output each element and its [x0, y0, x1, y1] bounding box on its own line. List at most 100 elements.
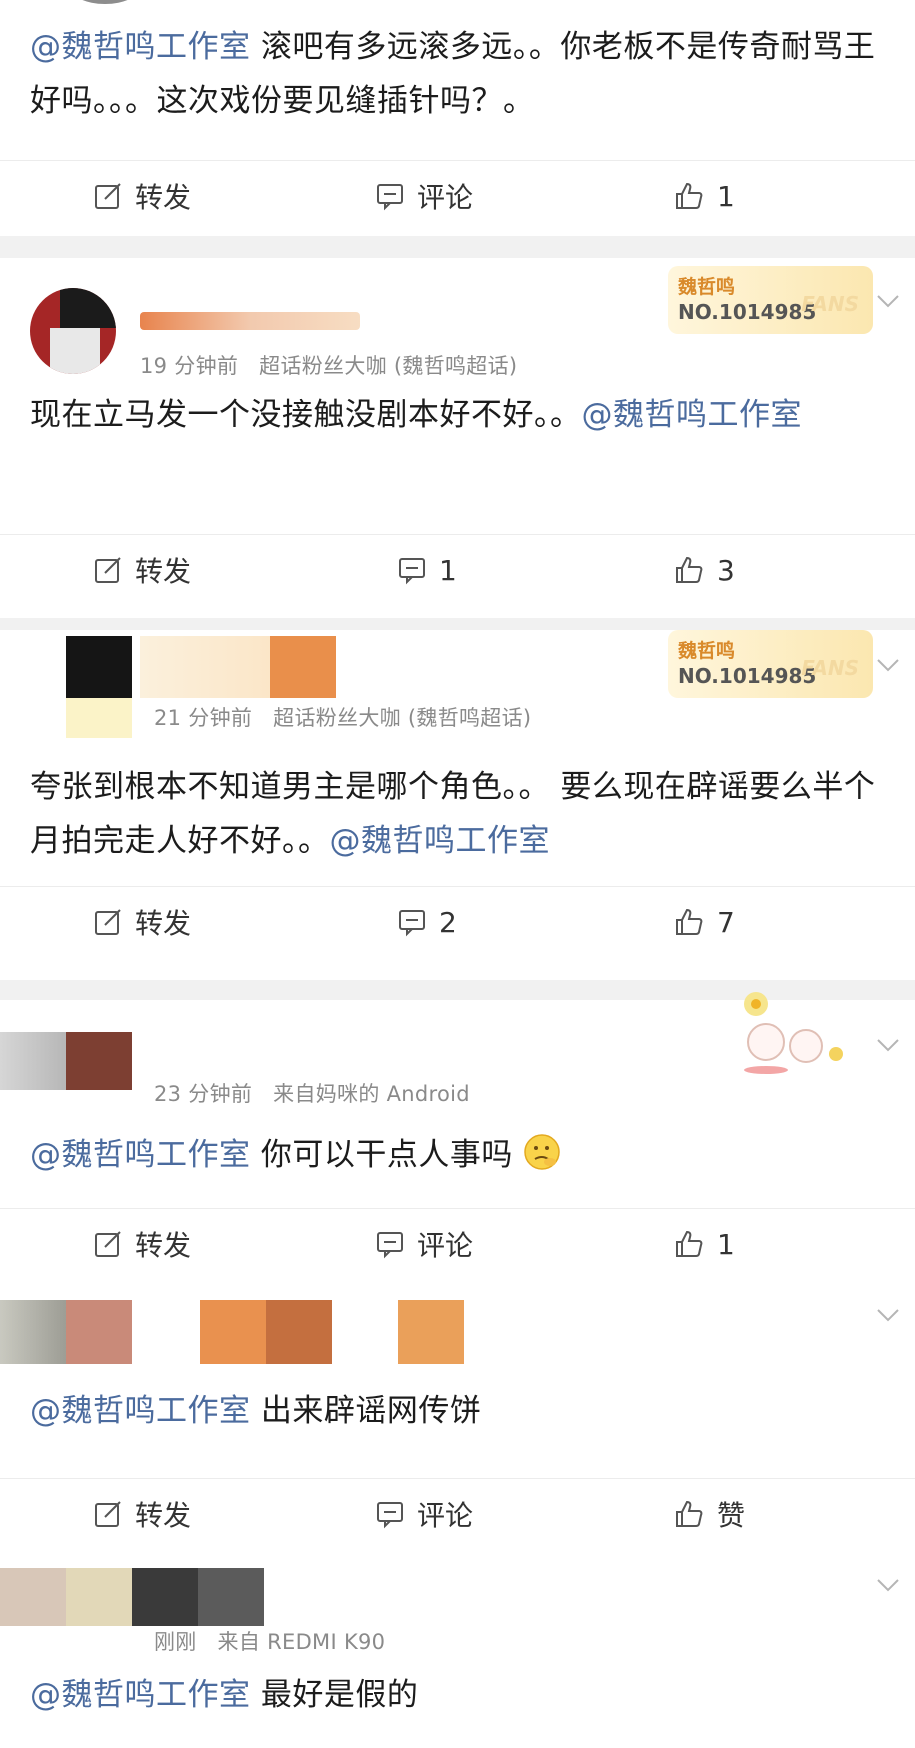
comment-icon — [377, 1232, 403, 1259]
repost-button[interactable]: 转发 — [93, 887, 191, 957]
username-blurred[interactable] — [132, 1568, 198, 1626]
repost-label: 转发 — [135, 907, 192, 940]
badge-number: NO.1014985 — [678, 300, 817, 324]
like-count: 3 — [717, 553, 735, 587]
comment-count: 2 — [439, 905, 457, 939]
thumbs-up-icon — [676, 1500, 703, 1527]
fan-badge[interactable]: 魏哲鸣 NO.1014985 FANS — [668, 630, 873, 698]
repost-icon — [95, 557, 121, 583]
fan-badge[interactable]: 魏哲鸣 NO.1014985 FANS — [668, 266, 873, 334]
chevron-down-icon[interactable] — [875, 1302, 901, 1328]
repost-label: 转发 — [135, 1229, 192, 1262]
like-button[interactable]: 3 — [673, 535, 735, 605]
comment-button[interactable]: 2 — [397, 887, 457, 957]
badge-title: 魏哲鸣 — [678, 640, 736, 662]
repost-label: 转发 — [135, 555, 192, 588]
post-source: 超话粉丝大咖 (魏哲鸣超话) — [273, 706, 532, 730]
comment-text: @魏哲鸣工作室 出来辟谣网传饼 — [30, 1393, 482, 1429]
comment-card: 23 分钟前 来自妈咪的 Android @魏哲鸣工作室 你可以干点人事吗 转发… — [0, 992, 915, 1280]
comment-card: @魏哲鸣工作室 出来辟谣网传饼 转发 评论 赞 — [0, 1280, 915, 1550]
avatar-blurred[interactable] — [66, 636, 132, 698]
username-blurred[interactable] — [140, 312, 360, 330]
badge-title: 魏哲鸣 — [678, 276, 736, 298]
post-meta: 19 分钟前 超话粉丝大咖 (魏哲鸣超话) — [140, 350, 517, 380]
comment-card: 19 分钟前 超话粉丝大咖 (魏哲鸣超话) 魏哲鸣 NO.1014985 FAN… — [0, 258, 915, 618]
thumbs-up-icon — [676, 182, 703, 209]
chevron-down-icon[interactable] — [875, 652, 901, 678]
mention-link[interactable]: @魏哲鸣工作室 — [30, 1137, 251, 1173]
thumbs-up-icon — [676, 1230, 703, 1257]
mention-link[interactable]: @魏哲鸣工作室 — [330, 823, 551, 859]
like-label: 赞 — [717, 1499, 746, 1532]
comment-count: 1 — [439, 553, 457, 587]
post-time: 刚刚 — [154, 1630, 197, 1654]
like-button[interactable]: 赞 — [673, 1479, 745, 1549]
post-source: 来自 REDMI K90 — [217, 1630, 386, 1654]
repost-label: 转发 — [135, 181, 192, 214]
comment-button[interactable]: 1 — [397, 535, 457, 605]
comment-text: 夸张到根本不知道男主是哪个角色。。 要么现在辟谣要么半个月拍完走人好不好。。@魏… — [30, 769, 876, 859]
badge-number: NO.1014985 — [678, 664, 817, 688]
mention-link[interactable]: @魏哲鸣工作室 — [30, 29, 251, 65]
thumbs-up-icon — [676, 556, 703, 583]
badge-fans: FANS — [801, 292, 859, 316]
comment-button[interactable]: 评论 — [375, 161, 473, 231]
action-bar: 转发 2 7 — [0, 886, 915, 957]
thumbs-up-icon — [676, 908, 703, 935]
avatar-blurred[interactable] — [0, 1568, 66, 1626]
like-count: 1 — [717, 1227, 735, 1261]
comment-text: @魏哲鸣工作室 最好是假的 — [30, 1677, 419, 1713]
thinking-emoji-icon — [524, 1134, 560, 1170]
avatar-blurred[interactable] — [0, 1300, 66, 1364]
comment-icon — [399, 910, 425, 937]
action-bar: 转发 评论 1 — [0, 160, 915, 231]
username-blurred[interactable] — [140, 636, 270, 698]
like-button[interactable]: 1 — [673, 161, 735, 231]
post-time: 19 分钟前 — [140, 354, 239, 378]
action-bar: 转发 评论 1 — [0, 1208, 915, 1279]
like-button[interactable]: 7 — [673, 887, 735, 957]
mention-link[interactable]: @魏哲鸣工作室 — [582, 397, 803, 433]
comment-card: @魏哲鸣工作室 滚吧有多远滚多远。。你老板不是传奇耐骂王好吗。。。这次戏份要见缝… — [0, 0, 915, 236]
repost-button[interactable]: 转发 — [93, 1479, 191, 1549]
chevron-down-icon[interactable] — [875, 288, 901, 314]
comment-label: 评论 — [417, 181, 474, 214]
post-source: 来自妈咪的 Android — [273, 1082, 470, 1106]
mention-link[interactable]: @魏哲鸣工作室 — [30, 1393, 251, 1429]
repost-button[interactable]: 转发 — [93, 161, 191, 231]
repost-button[interactable]: 转发 — [93, 1209, 191, 1279]
chevron-down-icon[interactable] — [875, 1572, 901, 1598]
decoration-sticker — [726, 986, 852, 1076]
post-source: 超话粉丝大咖 (魏哲鸣超话) — [259, 354, 518, 378]
repost-icon — [95, 1501, 121, 1527]
like-count: 7 — [717, 905, 735, 939]
comment-button[interactable]: 评论 — [375, 1479, 473, 1549]
comment-text: @魏哲鸣工作室 你可以干点人事吗 — [30, 1128, 895, 1182]
avatar[interactable] — [30, 288, 116, 374]
avatar-blurred[interactable] — [0, 1032, 66, 1090]
comment-label: 评论 — [417, 1229, 474, 1262]
comment-icon — [399, 558, 425, 585]
repost-icon — [95, 1231, 121, 1257]
comment-icon — [377, 1502, 403, 1529]
repost-icon — [95, 183, 121, 209]
mention-link[interactable]: @魏哲鸣工作室 — [30, 1677, 251, 1713]
avatar-partial — [70, 0, 140, 4]
comment-button[interactable]: 评论 — [375, 1209, 473, 1279]
badge-fans: FANS — [801, 656, 859, 680]
action-bar: 转发 1 3 — [0, 534, 915, 605]
repost-icon — [95, 909, 121, 935]
comment-label: 评论 — [417, 1499, 474, 1532]
action-bar: 转发 评论 赞 — [0, 1478, 915, 1549]
post-meta: 23 分钟前 来自妈咪的 Android — [154, 1078, 470, 1108]
comment-card: 刚刚 来自 REDMI K90 @魏哲鸣工作室 最好是假的 — [0, 1550, 915, 1748]
separator — [0, 236, 915, 258]
post-meta: 21 分钟前 超话粉丝大咖 (魏哲鸣超话) — [154, 702, 531, 732]
chevron-down-icon[interactable] — [875, 1032, 901, 1058]
repost-button[interactable]: 转发 — [93, 535, 191, 605]
comment-text: @魏哲鸣工作室 滚吧有多远滚多远。。你老板不是传奇耐骂王好吗。。。这次戏份要见缝… — [30, 29, 876, 119]
username-blurred[interactable] — [200, 1300, 266, 1364]
like-button[interactable]: 1 — [673, 1209, 735, 1279]
comment-text: 现在立马发一个没接触没剧本好不好。。@魏哲鸣工作室 — [30, 397, 803, 433]
post-time: 23 分钟前 — [154, 1082, 253, 1106]
